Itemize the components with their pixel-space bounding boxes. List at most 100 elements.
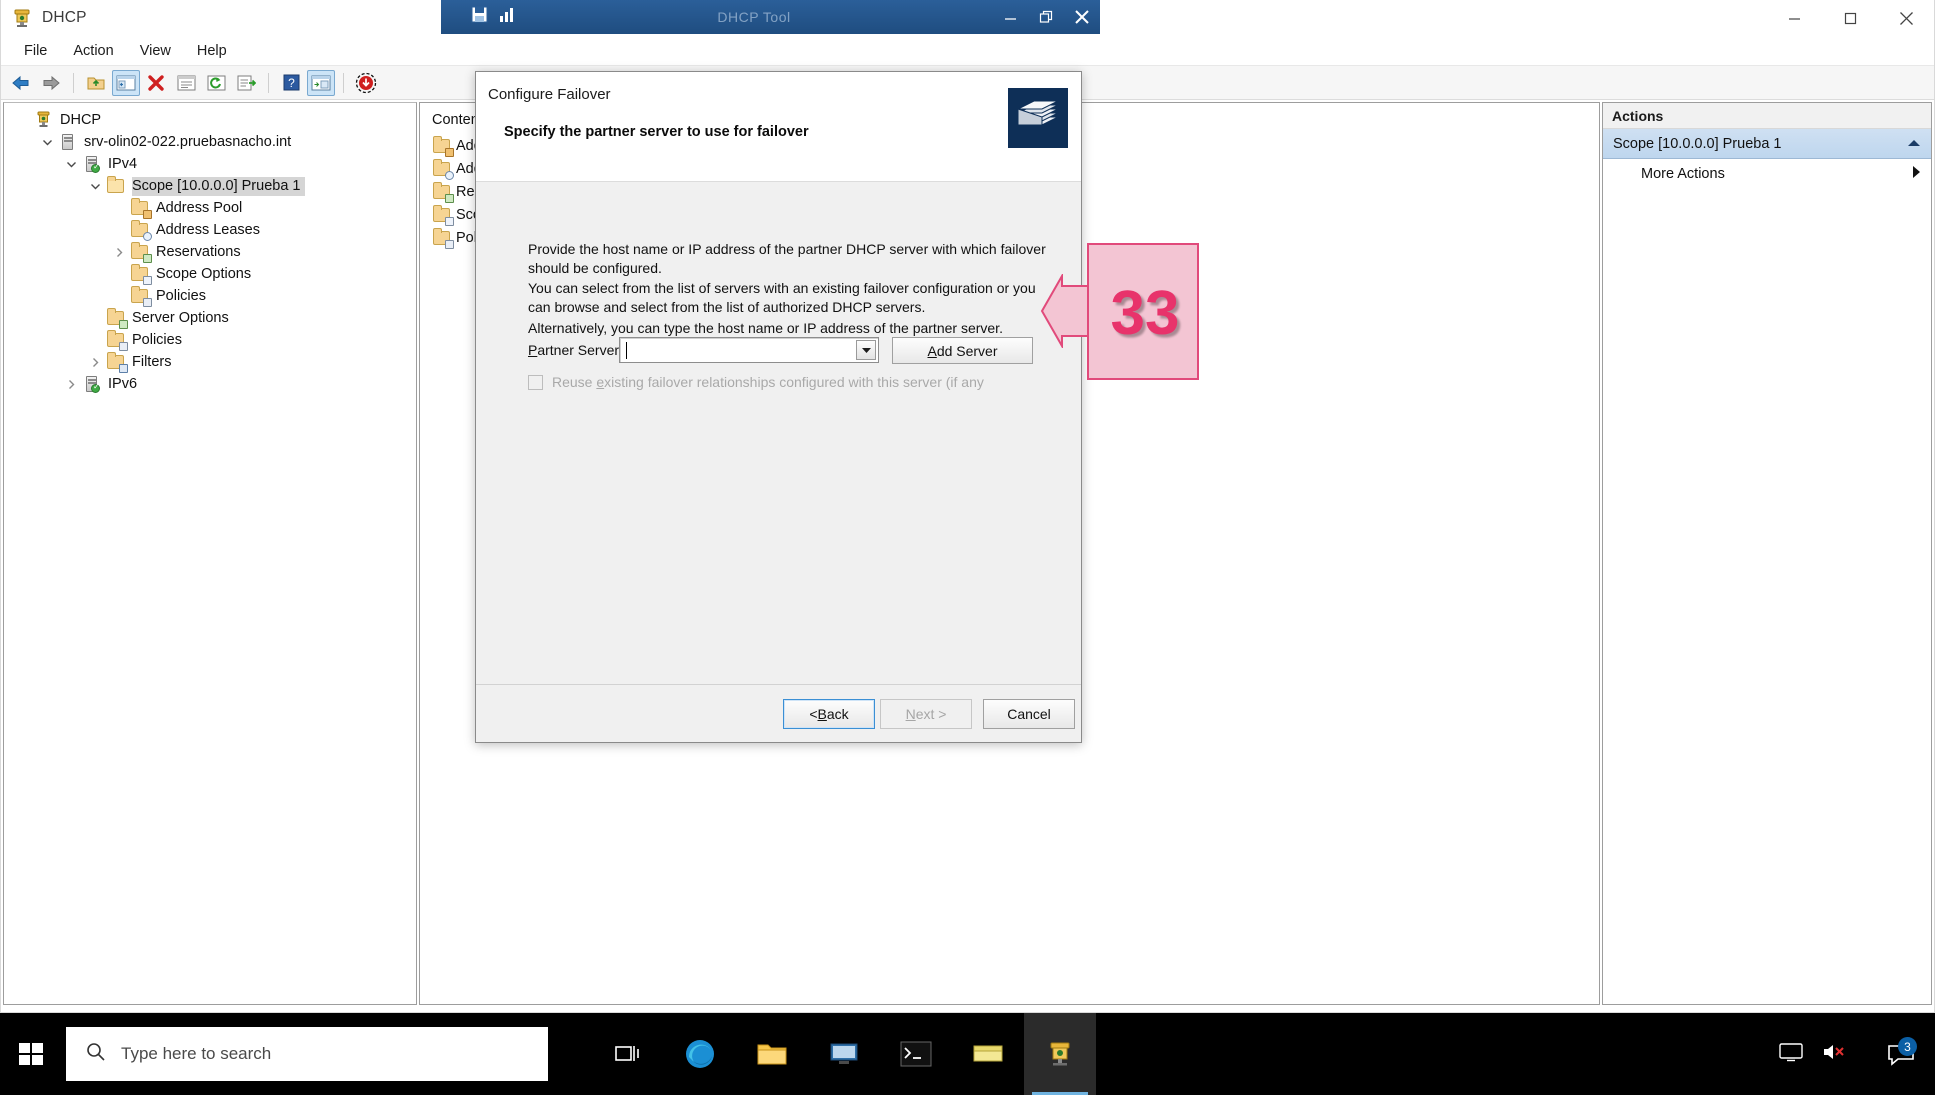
actions-more-actions[interactable]: More Actions: [1603, 159, 1931, 189]
refresh-icon[interactable]: [202, 70, 230, 96]
tree-item-label: Filters: [132, 353, 172, 370]
server-manager-icon[interactable]: [808, 1013, 880, 1095]
add-server-button[interactable]: Add Server: [892, 337, 1033, 364]
tree-item-dhcp[interactable]: DHCP: [4, 109, 416, 131]
tree-item-ipv4[interactable]: IPv4: [4, 153, 416, 175]
dhcp-console-icon[interactable]: [1024, 1013, 1096, 1095]
restore-button[interactable]: [1822, 0, 1878, 36]
dialog-subtitle: Specify the partner server to use for fa…: [504, 124, 809, 140]
edge-browser-icon[interactable]: [664, 1013, 736, 1095]
file-explorer-icon[interactable]: [736, 1013, 808, 1095]
chevron-down-icon[interactable]: [84, 175, 106, 197]
actions-scope-label: Scope [10.0.0.0] Prueba 1: [1613, 135, 1782, 152]
task-view-icon[interactable]: [592, 1013, 664, 1095]
toolbar-separator-2: [268, 72, 269, 93]
partner-server-label-rest: artner Server:: [537, 342, 623, 358]
forward-arrow-icon[interactable]: [37, 70, 65, 96]
chart-icon: [498, 7, 516, 28]
more-actions-label: More Actions: [1641, 166, 1725, 182]
tree-item-label: Policies: [132, 331, 182, 348]
chevron-up-icon[interactable]: [1907, 136, 1921, 152]
export-list-icon[interactable]: [232, 70, 260, 96]
menu-help[interactable]: Help: [184, 40, 240, 62]
reuse-failover-checkbox-row[interactable]: Reuse existing failover relationships co…: [528, 374, 984, 390]
dhcp-app-icon: [11, 7, 33, 29]
tree-item-label: Reservations: [156, 243, 241, 260]
chevron-down-icon[interactable]: [60, 153, 82, 175]
tree-item-label: DHCP: [60, 111, 102, 128]
add-server-label: dd Server: [936, 342, 998, 359]
reuse-failover-checkbox[interactable]: [528, 374, 543, 390]
chevron-right-icon[interactable]: [1911, 165, 1921, 183]
delete-icon[interactable]: [142, 70, 170, 96]
cancel-button[interactable]: Cancel: [983, 699, 1075, 729]
tree-item-srv-olin02-022-pruebasnacho-int[interactable]: srv-olin02-022.pruebasnacho.int: [4, 131, 416, 153]
chevron-down-icon[interactable]: [36, 131, 58, 153]
address-leases-folder-icon: [432, 158, 454, 180]
terminal-icon[interactable]: [880, 1013, 952, 1095]
properties-icon[interactable]: [172, 70, 200, 96]
tree-item-scope-10-0-0-0-prueba-1[interactable]: Scope [10.0.0.0] Prueba 1: [4, 175, 416, 197]
background-window-icons: [471, 6, 516, 28]
tree-item-ipv6[interactable]: IPv6: [4, 373, 416, 395]
tree-item-address-pool[interactable]: Address Pool: [4, 197, 416, 219]
help-icon[interactable]: ?: [277, 70, 305, 96]
tree-item-label: Server Options: [132, 309, 229, 326]
volume-muted-icon[interactable]: [1821, 1042, 1845, 1067]
tree-item-server-options[interactable]: Server Options: [4, 307, 416, 329]
show-hide-tree-icon[interactable]: [112, 69, 140, 96]
actions-scope-item[interactable]: Scope [10.0.0.0] Prueba 1: [1603, 129, 1931, 159]
server-ok-icon: [82, 375, 102, 393]
text-cursor: [626, 342, 627, 359]
tree-item-label: Address Leases: [156, 221, 260, 238]
chevron-right-icon[interactable]: [60, 373, 82, 395]
background-window-title: DHCP Tool: [717, 9, 791, 25]
background-restore-button[interactable]: [1028, 0, 1064, 34]
folder-open-icon: [106, 176, 126, 195]
svg-text:?: ?: [288, 76, 295, 90]
address-pool-folder-icon: [130, 198, 152, 219]
server-ok-icon: [82, 155, 102, 173]
chevron-right-icon[interactable]: [84, 351, 106, 373]
background-close-button[interactable]: [1064, 0, 1100, 34]
menu-action[interactable]: Action: [60, 40, 126, 62]
next-button-label: ext >: [915, 706, 947, 722]
chevron-right-icon[interactable]: [108, 241, 130, 263]
annotation-marker: 33: [1040, 243, 1199, 380]
tree-item-policies[interactable]: Policies: [4, 285, 416, 307]
back-button-prefix: <: [809, 706, 818, 722]
up-folder-icon[interactable]: [82, 70, 110, 96]
windows-start-icon[interactable]: [0, 1013, 62, 1095]
tree-item-scope-options[interactable]: Scope Options: [4, 263, 416, 285]
save-icon: [471, 6, 488, 28]
taskbar-apps: [592, 1013, 1096, 1095]
back-arrow-icon[interactable]: [7, 70, 35, 96]
tree-item-filters[interactable]: Filters: [4, 351, 416, 373]
display-icon[interactable]: [1779, 1042, 1803, 1067]
background-minimize-button[interactable]: [992, 0, 1028, 34]
partner-server-input[interactable]: [619, 337, 879, 363]
tree-item-address-leases[interactable]: Address Leases: [4, 219, 416, 241]
minimize-button[interactable]: [1766, 0, 1822, 36]
tree-item-policies[interactable]: Policies: [4, 329, 416, 351]
record-icon[interactable]: [352, 70, 380, 96]
tree-item-reservations[interactable]: Reservations: [4, 241, 416, 263]
actions-header: Actions: [1603, 103, 1931, 129]
policies-folder-icon: [130, 286, 152, 307]
notepad-icon[interactable]: [952, 1013, 1024, 1095]
dialog-body: Provide the host name or IP address of t…: [476, 182, 1081, 684]
show-hide-action-pane-icon[interactable]: [307, 69, 335, 96]
menu-view[interactable]: View: [127, 40, 184, 62]
back-button[interactable]: < Back: [783, 699, 875, 729]
next-button[interactable]: Next >: [880, 699, 972, 729]
search-input[interactable]: Type here to search: [66, 1027, 548, 1081]
chevron-down-icon[interactable]: [856, 340, 876, 360]
menu-file[interactable]: File: [11, 40, 60, 62]
system-tray: 3: [1779, 1013, 1935, 1095]
close-button[interactable]: [1878, 0, 1934, 36]
notifications-icon[interactable]: 3: [1881, 1037, 1921, 1066]
